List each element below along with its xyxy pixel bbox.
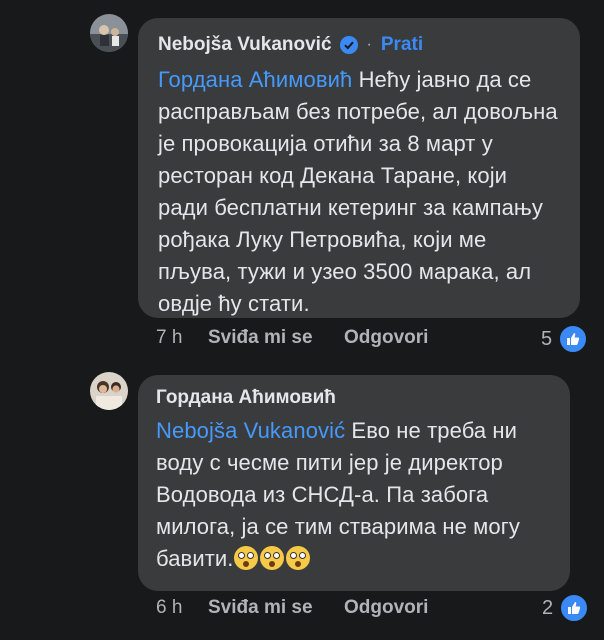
follow-button[interactable]: Prati [381, 34, 423, 56]
comment-timestamp[interactable]: 7 h [156, 327, 208, 349]
avatar[interactable] [90, 372, 128, 410]
avatar-image [90, 14, 128, 52]
flushed-face-emoji-icon [259, 546, 284, 570]
reaction-count[interactable]: 5 [541, 324, 589, 354]
reaction-count[interactable]: 2 [542, 593, 590, 623]
avatar[interactable] [90, 14, 128, 52]
comment-text: Nebojša Vukanović Ево не треба ни воду с… [156, 415, 552, 575]
reply-button[interactable]: Odgovori [344, 327, 428, 349]
like-button[interactable]: Sviđa mi se [208, 597, 344, 619]
reply-button[interactable]: Odgovori [344, 597, 428, 619]
thumbs-up-icon [558, 324, 589, 354]
comment-actions: 6 h Sviđa mi se Odgovori [156, 597, 428, 619]
comment-actions: 7 h Sviđa mi se Odgovori [156, 327, 428, 349]
verified-badge-icon [339, 36, 358, 54]
separator-dot: · [366, 36, 372, 53]
flushed-face-emoji-icon [233, 546, 258, 570]
avatar-image [90, 372, 128, 410]
comment-timestamp[interactable]: 6 h [156, 597, 208, 619]
comment-author[interactable]: Гордана Аћимовић [156, 387, 336, 409]
comment-body: Нећу јавно да се расправљам без потребе,… [158, 67, 558, 316]
comment-header: Гордана Аћимовић [156, 387, 552, 409]
comment-header: Nebojša Vukanović · Prati [158, 34, 560, 56]
comment-bubble: Nebojša Vukanović · Prati Гордана Аћимов… [138, 18, 580, 318]
thumbs-up-icon [559, 593, 590, 623]
mention-link[interactable]: Гордана Аћимовић [158, 67, 352, 92]
mention-link[interactable]: Nebojša Vukanović [156, 418, 345, 443]
flushed-face-emoji-icon [285, 546, 310, 570]
like-button[interactable]: Sviđa mi se [208, 327, 344, 349]
comment-author[interactable]: Nebojša Vukanović [158, 34, 332, 56]
reaction-number: 5 [541, 327, 553, 350]
comment-text: Гордана Аћимовић Нећу јавно да се распра… [158, 64, 560, 320]
comment-bubble: Гордана Аћимовић Nebojša Vukanović Ево н… [138, 375, 570, 591]
reaction-number: 2 [542, 596, 554, 619]
